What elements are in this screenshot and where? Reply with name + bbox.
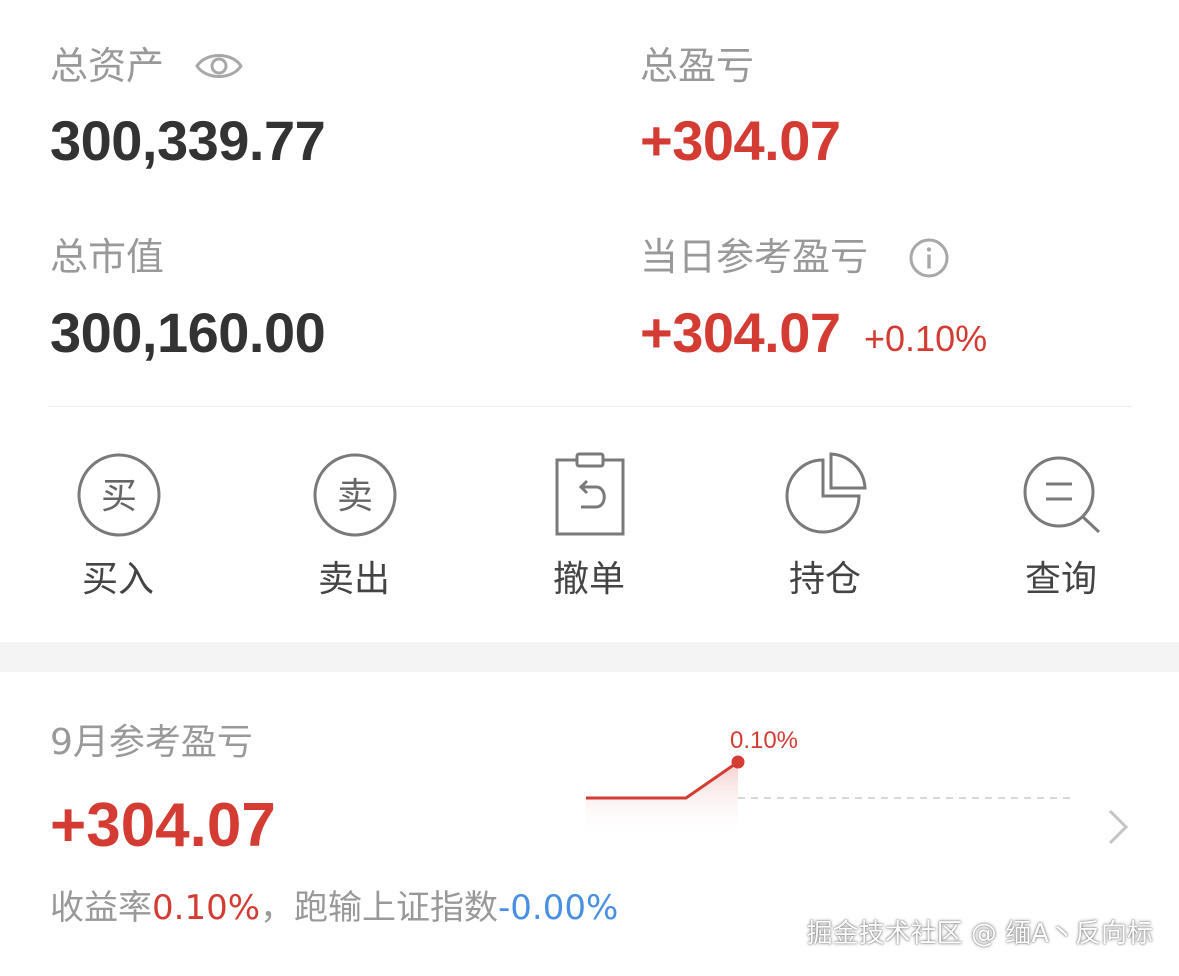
sell-button[interactable]: 卖 卖出 [284, 450, 424, 610]
sell-icon: 卖 [313, 453, 397, 537]
market-value-label: 总市值 [50, 235, 165, 279]
sell-label: 卖出 [317, 559, 390, 600]
market-value-value: 300,160.00 [50, 301, 326, 364]
index-compare-text: ，跑输上证指数 [260, 888, 499, 928]
total-assets-label: 总资产 [50, 44, 165, 88]
cancel-order-icon [555, 452, 625, 536]
cancel-order-label: 撤单 [552, 559, 625, 600]
return-rate-prefix: 收益率 [50, 888, 152, 928]
return-rate-line: 收益率0.10%，跑输上证指数-0.00% [50, 891, 618, 925]
total-assets-value: 300,339.77 [50, 109, 326, 172]
buy-icon-glyph: 买 [101, 476, 137, 517]
position-pie-icon [785, 452, 867, 534]
assets-page: 总资产 300,339.77 总盈亏 +304.07 总市值 300,160.0… [0, 0, 1179, 976]
daily-pnl-percent: +0.10% [864, 318, 988, 359]
monthly-pnl-value: +304.07 [50, 791, 276, 860]
position-label: 持仓 [788, 559, 861, 600]
sparkline-last-point [731, 755, 745, 769]
monthly-pnl-label: 9月参考盈亏 [50, 722, 253, 763]
daily-pnl-label: 当日参考盈亏 [640, 235, 869, 279]
buy-label: 买入 [81, 559, 154, 600]
query-label: 查询 [1024, 559, 1097, 600]
cancel-order-button[interactable]: 撤单 [519, 450, 659, 610]
info-icon[interactable] [908, 237, 950, 279]
return-rate-value: 0.10% [152, 888, 261, 928]
daily-pnl-value: +304.07 [640, 301, 841, 364]
sparkline-data-label: 0.10% [730, 727, 798, 754]
buy-button[interactable]: 买 买入 [48, 450, 188, 610]
sell-icon-glyph: 卖 [337, 476, 373, 517]
sparkline-area [586, 762, 738, 838]
section-separator [0, 642, 1179, 672]
total-pnl-value: +304.07 [640, 109, 841, 172]
chevron-right-icon[interactable] [1102, 805, 1132, 849]
query-button[interactable]: 查询 [991, 450, 1131, 610]
watermark: 掘金技术社区 @ 缅A丶反向标 [806, 919, 1153, 949]
index-compare-value: -0.00% [498, 888, 619, 928]
query-search-icon [1023, 456, 1101, 534]
total-pnl-label: 总盈亏 [640, 44, 755, 88]
position-button[interactable]: 持仓 [755, 450, 895, 610]
divider [48, 406, 1132, 407]
buy-icon: 买 [77, 453, 161, 537]
eye-icon[interactable] [194, 48, 244, 84]
monthly-sparkline-chart[interactable]: 0.10% [580, 720, 1090, 840]
